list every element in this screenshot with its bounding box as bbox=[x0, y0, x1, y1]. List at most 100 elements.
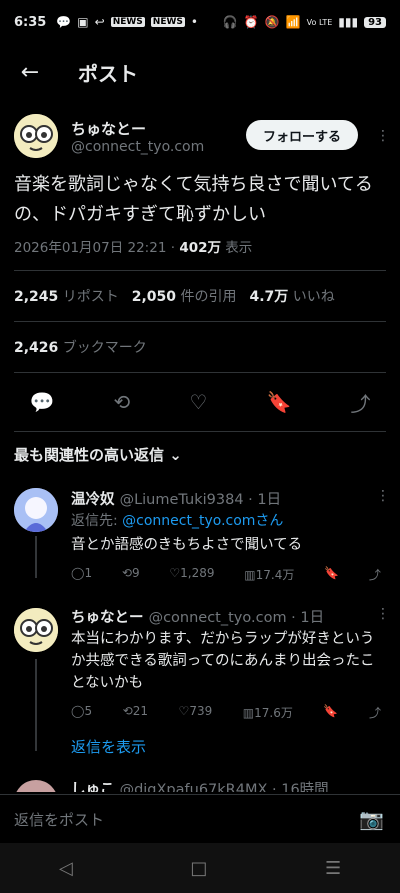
signal-icon: ▮▮▮ bbox=[338, 15, 359, 29]
reply-item[interactable]: 温冷奴 @LiumeTuki9384 · 1日 ⋮ 返信先: @connect_… bbox=[0, 480, 400, 590]
post-text: 音楽を歌詞じゃなくて気持ち良さで聞いてるの、ドパガキすぎて恥ずかしい bbox=[14, 174, 373, 225]
like-stat[interactable]: 4.7万 いいね bbox=[250, 286, 335, 306]
reply-input[interactable]: 返信をポスト bbox=[14, 809, 359, 830]
author-row: ちゅなとー @connect_tyo.com フォローする ⋮ bbox=[0, 106, 400, 164]
reply-item[interactable]: しゅこ @digXpafu67kR4MX · 16時間 bbox=[0, 772, 400, 792]
reply-like-action[interactable]: ♡1,289 bbox=[169, 566, 214, 583]
page: 6:35 💬 ▣ ↩ NEWS NEWS • 🎧 ⏰ 🔕 📶 Vo LTE ▮▮… bbox=[0, 0, 400, 893]
home-icon[interactable]: □ bbox=[190, 858, 207, 879]
author-name[interactable]: ちゅなとー bbox=[71, 118, 146, 139]
reply-handle: @digXpafu67kR4MX · 16時間 bbox=[119, 782, 329, 792]
menu-icon[interactable]: ☰ bbox=[325, 858, 341, 879]
avatar[interactable] bbox=[14, 608, 58, 652]
reply-to-link[interactable]: @connect_tyo.comさん bbox=[122, 513, 283, 529]
reply-sort-dropdown[interactable]: 最も関連性の高い返信 ⌄ bbox=[14, 444, 182, 465]
share-icon: ↩ bbox=[94, 15, 105, 29]
reply-name-text: しゅこ bbox=[71, 782, 115, 792]
bookmark-stat[interactable]: 2,426 ブックマーク bbox=[14, 337, 147, 357]
headphones-icon: 🎧 bbox=[222, 15, 238, 29]
reply-to: 返信先: @connect_tyo.comさん bbox=[71, 510, 283, 530]
sort-label: 最も関連性の高い返信 bbox=[14, 446, 165, 464]
reply-like-count: 739 bbox=[189, 704, 213, 718]
reply-handle: @LiumeTuki9384 · 1日 bbox=[119, 492, 282, 508]
repost-count: 2,245 bbox=[14, 289, 59, 305]
bookmark-label: ブックマーク bbox=[62, 340, 147, 356]
mute-icon: 🔕 bbox=[264, 15, 280, 29]
reply-author-name[interactable]: ちゅなとー @connect_tyo.com · 1日 bbox=[71, 606, 324, 627]
share-icon[interactable]: ⤴ bbox=[350, 388, 370, 417]
repost-icon[interactable]: ⟲ bbox=[114, 390, 131, 414]
page-title: ポスト bbox=[78, 61, 138, 86]
back-arrow-icon[interactable]: ← bbox=[0, 48, 60, 96]
notification-icon: ▣ bbox=[77, 15, 89, 29]
avatar[interactable] bbox=[14, 114, 58, 158]
reply-like-action[interactable]: ♡739 bbox=[179, 704, 213, 721]
show-replies-link[interactable]: 返信を表示 bbox=[71, 736, 146, 757]
post-actions: 💬 ⟲ ♡ 🔖 ⤴ bbox=[0, 373, 400, 431]
post-timestamp: 2026年01月07日 22:21 bbox=[14, 240, 167, 256]
reply-comment-action[interactable]: ◯1 bbox=[71, 566, 92, 583]
engagement-stats: 2,245 リポスト 2,050 件の引用 4.7万 いいね bbox=[0, 271, 400, 321]
avatar-illustration bbox=[14, 114, 58, 158]
back-icon[interactable]: ◁ bbox=[59, 858, 73, 879]
reply-to-prefix: 返信先: bbox=[71, 513, 123, 529]
bookmark-icon[interactable]: 🔖 bbox=[324, 566, 339, 583]
reply-author-name[interactable]: 温冷奴 @LiumeTuki9384 · 1日 bbox=[71, 488, 281, 509]
like-icon[interactable]: ♡ bbox=[189, 390, 207, 414]
reply-handle: @connect_tyo.com · 1日 bbox=[148, 610, 325, 626]
share-icon[interactable]: ⤴ bbox=[369, 566, 381, 583]
bookmark-count: 2,426 bbox=[14, 340, 59, 356]
reply-view-action[interactable]: ▥17.4万 bbox=[244, 566, 294, 583]
message-icon: 💬 bbox=[56, 15, 72, 29]
system-nav-bar: ◁ □ ☰ bbox=[0, 843, 400, 893]
author-handle[interactable]: @connect_tyo.com bbox=[71, 139, 204, 155]
reply-icon[interactable]: 💬 bbox=[30, 390, 55, 414]
alarm-icon: ⏰ bbox=[243, 15, 259, 29]
more-options-icon[interactable]: ⋮ bbox=[376, 488, 390, 504]
app-badge-icon-2: NEWS bbox=[150, 17, 185, 27]
reply-repost-count: 9 bbox=[131, 566, 140, 580]
main-post: ちゅなとー @connect_tyo.com フォローする ⋮ 音楽を歌詞じゃな… bbox=[0, 106, 400, 432]
reply-compose-bar: 返信をポスト 📷 bbox=[0, 794, 400, 843]
view-label: 表示 bbox=[225, 240, 253, 256]
avatar[interactable] bbox=[14, 488, 58, 532]
status-bar: 6:35 💬 ▣ ↩ NEWS NEWS • 🎧 ⏰ 🔕 📶 Vo LTE ▮▮… bbox=[0, 0, 400, 44]
dot-icon: • bbox=[190, 15, 198, 29]
like-label: いいね bbox=[292, 289, 335, 305]
share-icon[interactable]: ⤴ bbox=[369, 704, 381, 721]
follow-button[interactable]: フォローする bbox=[246, 120, 358, 150]
app-badge-icon: NEWS bbox=[110, 17, 145, 27]
battery-icon: 93 bbox=[364, 16, 386, 28]
avatar[interactable] bbox=[14, 780, 58, 792]
more-options-icon[interactable]: ⋮ bbox=[376, 606, 390, 622]
reply-item[interactable]: ちゅなとー @connect_tyo.com · 1日 ⋮ 本当にわかります、だ… bbox=[0, 600, 400, 725]
reply-like-count: 1,289 bbox=[180, 566, 215, 580]
reply-text: 本当にわかります、だからラップが好きというか共感できる歌詞ってのにあんまり出会っ… bbox=[71, 631, 375, 691]
quote-stat[interactable]: 2,050 件の引用 bbox=[132, 286, 237, 306]
reply-author-name[interactable]: しゅこ @digXpafu67kR4MX · 16時間 bbox=[71, 778, 329, 792]
reply-actions: ◯1 ⟲9 ♡1,289 ▥17.4万 🔖 ⤴ bbox=[71, 566, 381, 583]
view-count: 402万 bbox=[179, 240, 221, 256]
reply-count: 5 bbox=[84, 704, 93, 718]
reply-repost-action[interactable]: ⟲9 bbox=[122, 566, 140, 583]
reply-count: 1 bbox=[84, 566, 93, 580]
chevron-down-icon: ⌄ bbox=[169, 446, 182, 464]
reply-comment-action[interactable]: ◯5 bbox=[71, 704, 92, 721]
bookmark-icon[interactable]: 🔖 bbox=[266, 390, 291, 414]
reply-text: 音とか語感のきもちよさで聞いてる bbox=[71, 537, 303, 553]
avatar-illustration bbox=[14, 608, 58, 652]
reply-view-action[interactable]: ▥17.6万 bbox=[243, 704, 293, 721]
bookmark-icon[interactable]: 🔖 bbox=[323, 704, 338, 721]
quote-label: 件の引用 bbox=[180, 289, 237, 305]
wifi-icon: 📶 bbox=[285, 15, 301, 29]
camera-icon[interactable]: 📷 bbox=[359, 807, 384, 831]
more-options-icon[interactable]: ⋮ bbox=[376, 128, 390, 144]
reply-view-count: 17.4万 bbox=[255, 568, 295, 582]
repost-stat[interactable]: 2,245 リポスト bbox=[14, 286, 119, 306]
lte-icon: Vo LTE bbox=[306, 17, 333, 27]
reply-name-text: ちゅなとー bbox=[71, 610, 144, 626]
post-meta: 2026年01月07日 22:21 · 402万 表示 bbox=[0, 230, 400, 256]
clock: 6:35 bbox=[14, 14, 47, 30]
reply-repost-action[interactable]: ⟲21 bbox=[123, 704, 148, 721]
reply-actions: ◯5 ⟲21 ♡739 ▥17.6万 🔖 ⤴ bbox=[71, 704, 381, 721]
